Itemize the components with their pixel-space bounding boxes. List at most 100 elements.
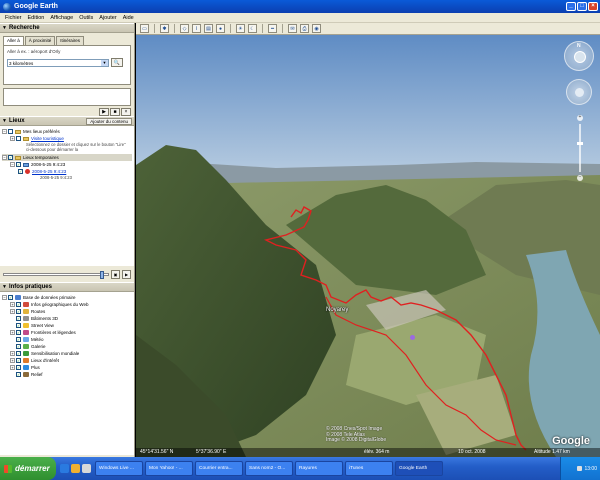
minimize-button[interactable]: _ [566, 2, 576, 11]
collapse-icon[interactable]: ▼ [2, 284, 7, 290]
folder-icon[interactable] [71, 464, 80, 473]
search-header[interactable]: ▼ Recherche [0, 23, 134, 33]
taskbar-button[interactable]: iTunes [345, 461, 393, 476]
play-tour-button[interactable]: ▶ [99, 108, 109, 116]
menu-edit[interactable]: Edition [25, 15, 48, 21]
expand-icon[interactable]: − [2, 129, 7, 134]
image-overlay-icon[interactable]: ▤ [204, 24, 213, 33]
search-results[interactable] [3, 88, 131, 106]
zoom-slider[interactable]: + − [576, 115, 583, 181]
checkbox[interactable]: ✓ [16, 337, 21, 342]
google-maps-icon[interactable]: ◉ [312, 24, 321, 33]
layer-item[interactable]: ✓ Street View [2, 322, 132, 329]
checkbox[interactable]: ✓ [16, 351, 21, 356]
checkbox[interactable] [16, 136, 21, 141]
close-button[interactable]: × [588, 2, 598, 11]
tour-button[interactable]: ▣ [111, 269, 120, 279]
placemark-icon[interactable]: ✱ [160, 24, 169, 33]
checkbox[interactable]: ✓ [16, 344, 21, 349]
menu-add[interactable]: Ajouter [96, 15, 119, 21]
place-label[interactable]: Noyarey [326, 307, 348, 313]
ie-icon[interactable] [60, 464, 69, 473]
checkbox[interactable]: ✓ [16, 323, 21, 328]
maximize-button[interactable]: □ [577, 2, 587, 11]
layer-item[interactable]: + ✓ Frontières et légendes [2, 329, 132, 336]
layer-item[interactable]: + ✓ Infos géographiques du Web [2, 301, 132, 308]
dropdown-arrow-icon[interactable]: ▼ [101, 59, 108, 66]
move-joystick[interactable] [566, 79, 592, 105]
expand-icon[interactable]: + [10, 351, 15, 356]
taskbar-button[interactable]: Windows Live ... [95, 461, 143, 476]
print-icon[interactable]: ⎙ [300, 24, 309, 33]
zoom-in-button[interactable]: + [577, 115, 583, 121]
checkbox[interactable]: ✓ [16, 302, 21, 307]
tree-item[interactable]: + Visite touristique [2, 135, 132, 142]
hand-icon[interactable] [575, 88, 584, 97]
play-button[interactable]: ▶ [122, 269, 131, 279]
eye-icon[interactable] [574, 51, 586, 63]
sun-icon[interactable]: ☀ [236, 24, 245, 33]
zoom-knob[interactable] [576, 142, 583, 145]
checkbox[interactable]: ✓ [16, 316, 21, 321]
layer-item[interactable]: − ✓ Base de données primaire [2, 294, 132, 301]
layer-item[interactable]: + ✓ Routes [2, 308, 132, 315]
record-tour-icon[interactable]: ● [216, 24, 225, 33]
expand-icon[interactable]: + [10, 309, 15, 314]
earth-3d-view[interactable]: Noyarey N + − © 2008 Cnes/Spot Image © 2… [136, 35, 600, 457]
add-content-button[interactable]: Ajouter du contenu [86, 118, 132, 125]
expand-icon[interactable]: + [10, 136, 15, 141]
tree-item[interactable]: − ✓ Lieux temporaires [2, 154, 132, 161]
fly-to-input[interactable]: 3 kilomètres ▼ [7, 58, 109, 67]
expand-icon[interactable]: + [10, 358, 15, 363]
layer-item[interactable]: ✓ Relief [2, 371, 132, 378]
layer-item[interactable]: ✓ Galerie [2, 343, 132, 350]
tree-item[interactable]: − Mes lieux préférés [2, 128, 132, 135]
places-header[interactable]: ▼ Lieux Ajouter du contenu [0, 116, 134, 126]
menu-help[interactable]: Aide [120, 15, 137, 21]
checkbox[interactable] [8, 129, 13, 134]
expand-icon[interactable]: + [10, 302, 15, 307]
network-icon[interactable] [577, 466, 583, 471]
taskbar-button[interactable]: Rayures [295, 461, 343, 476]
look-joystick[interactable]: N [564, 41, 594, 71]
checkbox[interactable]: ✓ [16, 309, 21, 314]
checkbox[interactable]: ✓ [18, 169, 23, 174]
expand-icon[interactable]: − [10, 162, 15, 167]
tree-item[interactable]: − ✓ 2008-5-25 9:4:23 [2, 161, 132, 168]
opacity-slider[interactable] [3, 270, 109, 279]
taskbar-button[interactable]: Mon Yahoo! - ... [145, 461, 193, 476]
checkbox[interactable]: ✓ [8, 155, 13, 160]
checkbox[interactable]: ✓ [8, 295, 13, 300]
expand-icon[interactable]: + [10, 330, 15, 335]
taskbar-button[interactable]: Sans nom2 - O... [245, 461, 293, 476]
tree-item[interactable]: ✓ 2008-5-25 9:4:23 [2, 168, 132, 175]
collapse-icon[interactable]: ▼ [2, 25, 7, 31]
email-icon[interactable]: ✉ [288, 24, 297, 33]
desktop-icon[interactable] [82, 464, 91, 473]
expand-icon[interactable]: + [10, 365, 15, 370]
clock[interactable]: 13:00 [584, 466, 597, 472]
layer-item[interactable]: ✓ Météo [2, 336, 132, 343]
start-button[interactable]: démarrer [0, 457, 56, 480]
menu-file[interactable]: Fichier [2, 15, 25, 21]
layer-item[interactable]: + ✓ Plus [2, 364, 132, 371]
tree-item-label[interactable]: Visite touristique [31, 136, 64, 141]
menu-tools[interactable]: Outils [76, 15, 96, 21]
zoom-track[interactable] [576, 124, 583, 172]
tab-directions[interactable]: Itinéraires [56, 36, 85, 45]
collapse-icon[interactable]: ▼ [2, 118, 7, 124]
menu-view[interactable]: Affichage [47, 15, 76, 21]
layer-item[interactable]: + ✓ Sensibilisation mondiale [2, 350, 132, 357]
checkbox[interactable]: ✓ [16, 365, 21, 370]
ruler-icon[interactable]: ━ [268, 24, 277, 33]
layer-item[interactable]: ✓ Bâtiments 3D [2, 315, 132, 322]
checkbox[interactable]: ✓ [16, 330, 21, 335]
clear-results-button[interactable]: × [121, 108, 131, 116]
search-button[interactable]: 🔍 [111, 58, 123, 67]
tree-item-label[interactable]: 2008-5-25 9:4:23 [32, 169, 66, 174]
path-icon[interactable]: ⌇ [192, 24, 201, 33]
checkbox[interactable]: ✓ [16, 162, 21, 167]
checkbox[interactable]: ✓ [16, 358, 21, 363]
expand-icon[interactable]: − [2, 155, 7, 160]
checkbox[interactable]: ✓ [16, 372, 21, 377]
